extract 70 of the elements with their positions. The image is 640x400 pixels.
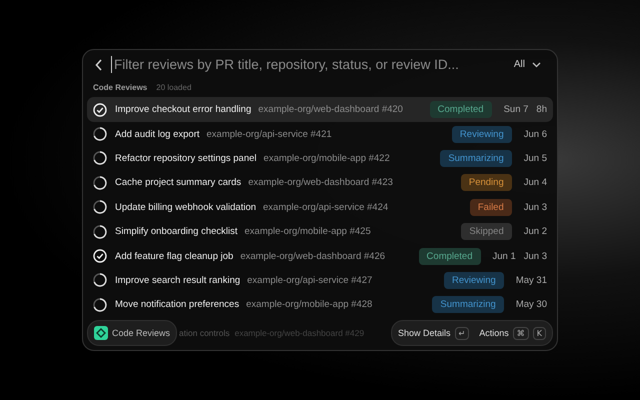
repository-label: example-org/api-service #427: [247, 274, 372, 286]
review-row[interactable]: Improve checkout error handling example-org/web-dashboard #420 Completed Sun 7 8h: [87, 97, 553, 122]
status-badge: Completed: [418, 248, 480, 265]
date-label: Jun 5: [524, 152, 547, 164]
date-label: Jun 2: [524, 226, 547, 238]
review-row[interactable]: Add audit log export example-org/api-service #421 Reviewing Jun 6: [87, 122, 553, 146]
repository-label: example-org/mobile-app #428: [246, 299, 372, 310]
app-name: Code Reviews: [112, 328, 170, 338]
status-badge: Pending: [460, 174, 512, 192]
check-circle-icon: [93, 102, 107, 117]
review-title: Cache project summary cards: [115, 177, 242, 188]
review-title: Improve checkout error handling: [115, 104, 252, 116]
progress-ring-icon: [93, 298, 107, 312]
loaded-count: 20 loaded: [156, 83, 192, 92]
progress-ring-icon: [93, 200, 107, 214]
review-row[interactable]: Refactor repository settings panel example-org/mobile-app #422 Summarizing Jun 5: [87, 146, 553, 171]
status-badge: Reviewing: [452, 126, 512, 143]
filter-dropdown[interactable]: All: [514, 59, 541, 70]
section-title: Code Reviews: [93, 83, 148, 92]
review-row[interactable]: Improve search result ranking example-org/api-service #427 Reviewing May 31: [87, 268, 553, 293]
search-field[interactable]: Filter reviews by PR title, repository, status, or review ID...: [111, 56, 506, 74]
repository-label: example-org/api-service #424: [263, 202, 388, 213]
keyboard-key: ↵: [454, 326, 470, 340]
progress-ring-icon: [93, 176, 107, 190]
status-badge: Summarizing: [440, 150, 512, 167]
status-badge: Summarizing: [432, 296, 504, 314]
date-label: May 31: [516, 274, 547, 286]
review-title: Add feature flag cleanup job: [115, 250, 234, 262]
chevron-down-icon: [532, 62, 541, 68]
date-label: Jun 6: [524, 128, 547, 140]
review-title: Improve search result ranking: [115, 274, 240, 286]
review-title: ation controls: [179, 328, 230, 338]
review-row[interactable]: Update billing webhook validation example-org/api-service #424 Failed Jun 3: [87, 195, 553, 220]
repository-label: example-org/mobile-app #422: [264, 152, 390, 164]
show-details-button[interactable]: Show Details: [398, 328, 451, 338]
review-title: Update billing webhook validation: [115, 202, 256, 213]
review-row[interactable]: Move notification preferences example-org/mobile-app #428 Summarizing May 30: [87, 292, 553, 317]
date-label: Jun 1: [492, 250, 516, 262]
keyboard-key: ⌘: [512, 326, 529, 340]
actions-button[interactable]: Actions: [479, 328, 509, 338]
app-logo-icon: [94, 326, 108, 340]
review-title: Move notification preferences: [115, 299, 240, 310]
review-title: Simplify onboarding checklist: [115, 226, 238, 238]
date-label: Jun 3: [524, 250, 547, 262]
review-title: Add audit log export: [115, 128, 200, 140]
date-label: Jun 4: [524, 177, 547, 188]
app-pill[interactable]: Code Reviews: [87, 320, 178, 346]
repository-label: example-org/web-dashboard #426: [240, 250, 386, 262]
status-badge: Skipped: [461, 223, 512, 240]
date-label: 8h: [536, 104, 547, 116]
status-badge: Completed: [430, 101, 492, 118]
keyboard-key: K: [532, 326, 546, 340]
progress-ring-icon: [93, 127, 107, 142]
progress-ring-icon: [93, 151, 107, 166]
repository-label: example-org/api-service #421: [206, 128, 332, 140]
review-row[interactable]: Simplify onboarding checklist example-org/mobile-app #425 Skipped Jun 2: [87, 219, 553, 244]
progress-ring-icon: [93, 273, 107, 288]
review-title: Refactor repository settings panel: [115, 152, 257, 164]
review-row[interactable]: Add feature flag cleanup job example-org/web-dashboard #426 Completed Jun 1 Jun 3: [87, 244, 553, 268]
repository-label: example-org/web-dashboard #423: [248, 177, 393, 188]
progress-ring-icon: [93, 224, 107, 239]
date-label: Jun 3: [524, 202, 547, 213]
status-badge: Failed: [470, 198, 512, 216]
status-badge: Reviewing: [444, 272, 504, 289]
review-row[interactable]: Cache project summary cards example-org/web-dashboard #423 Pending Jun 4: [87, 170, 553, 196]
repository-label: example-org/mobile-app #425: [244, 226, 371, 238]
repository-label: example-org/web-dashboard #420: [258, 104, 403, 116]
check-circle-icon: [93, 249, 107, 264]
date-label: May 30: [516, 299, 547, 310]
date-label: Sun 7: [504, 104, 528, 116]
